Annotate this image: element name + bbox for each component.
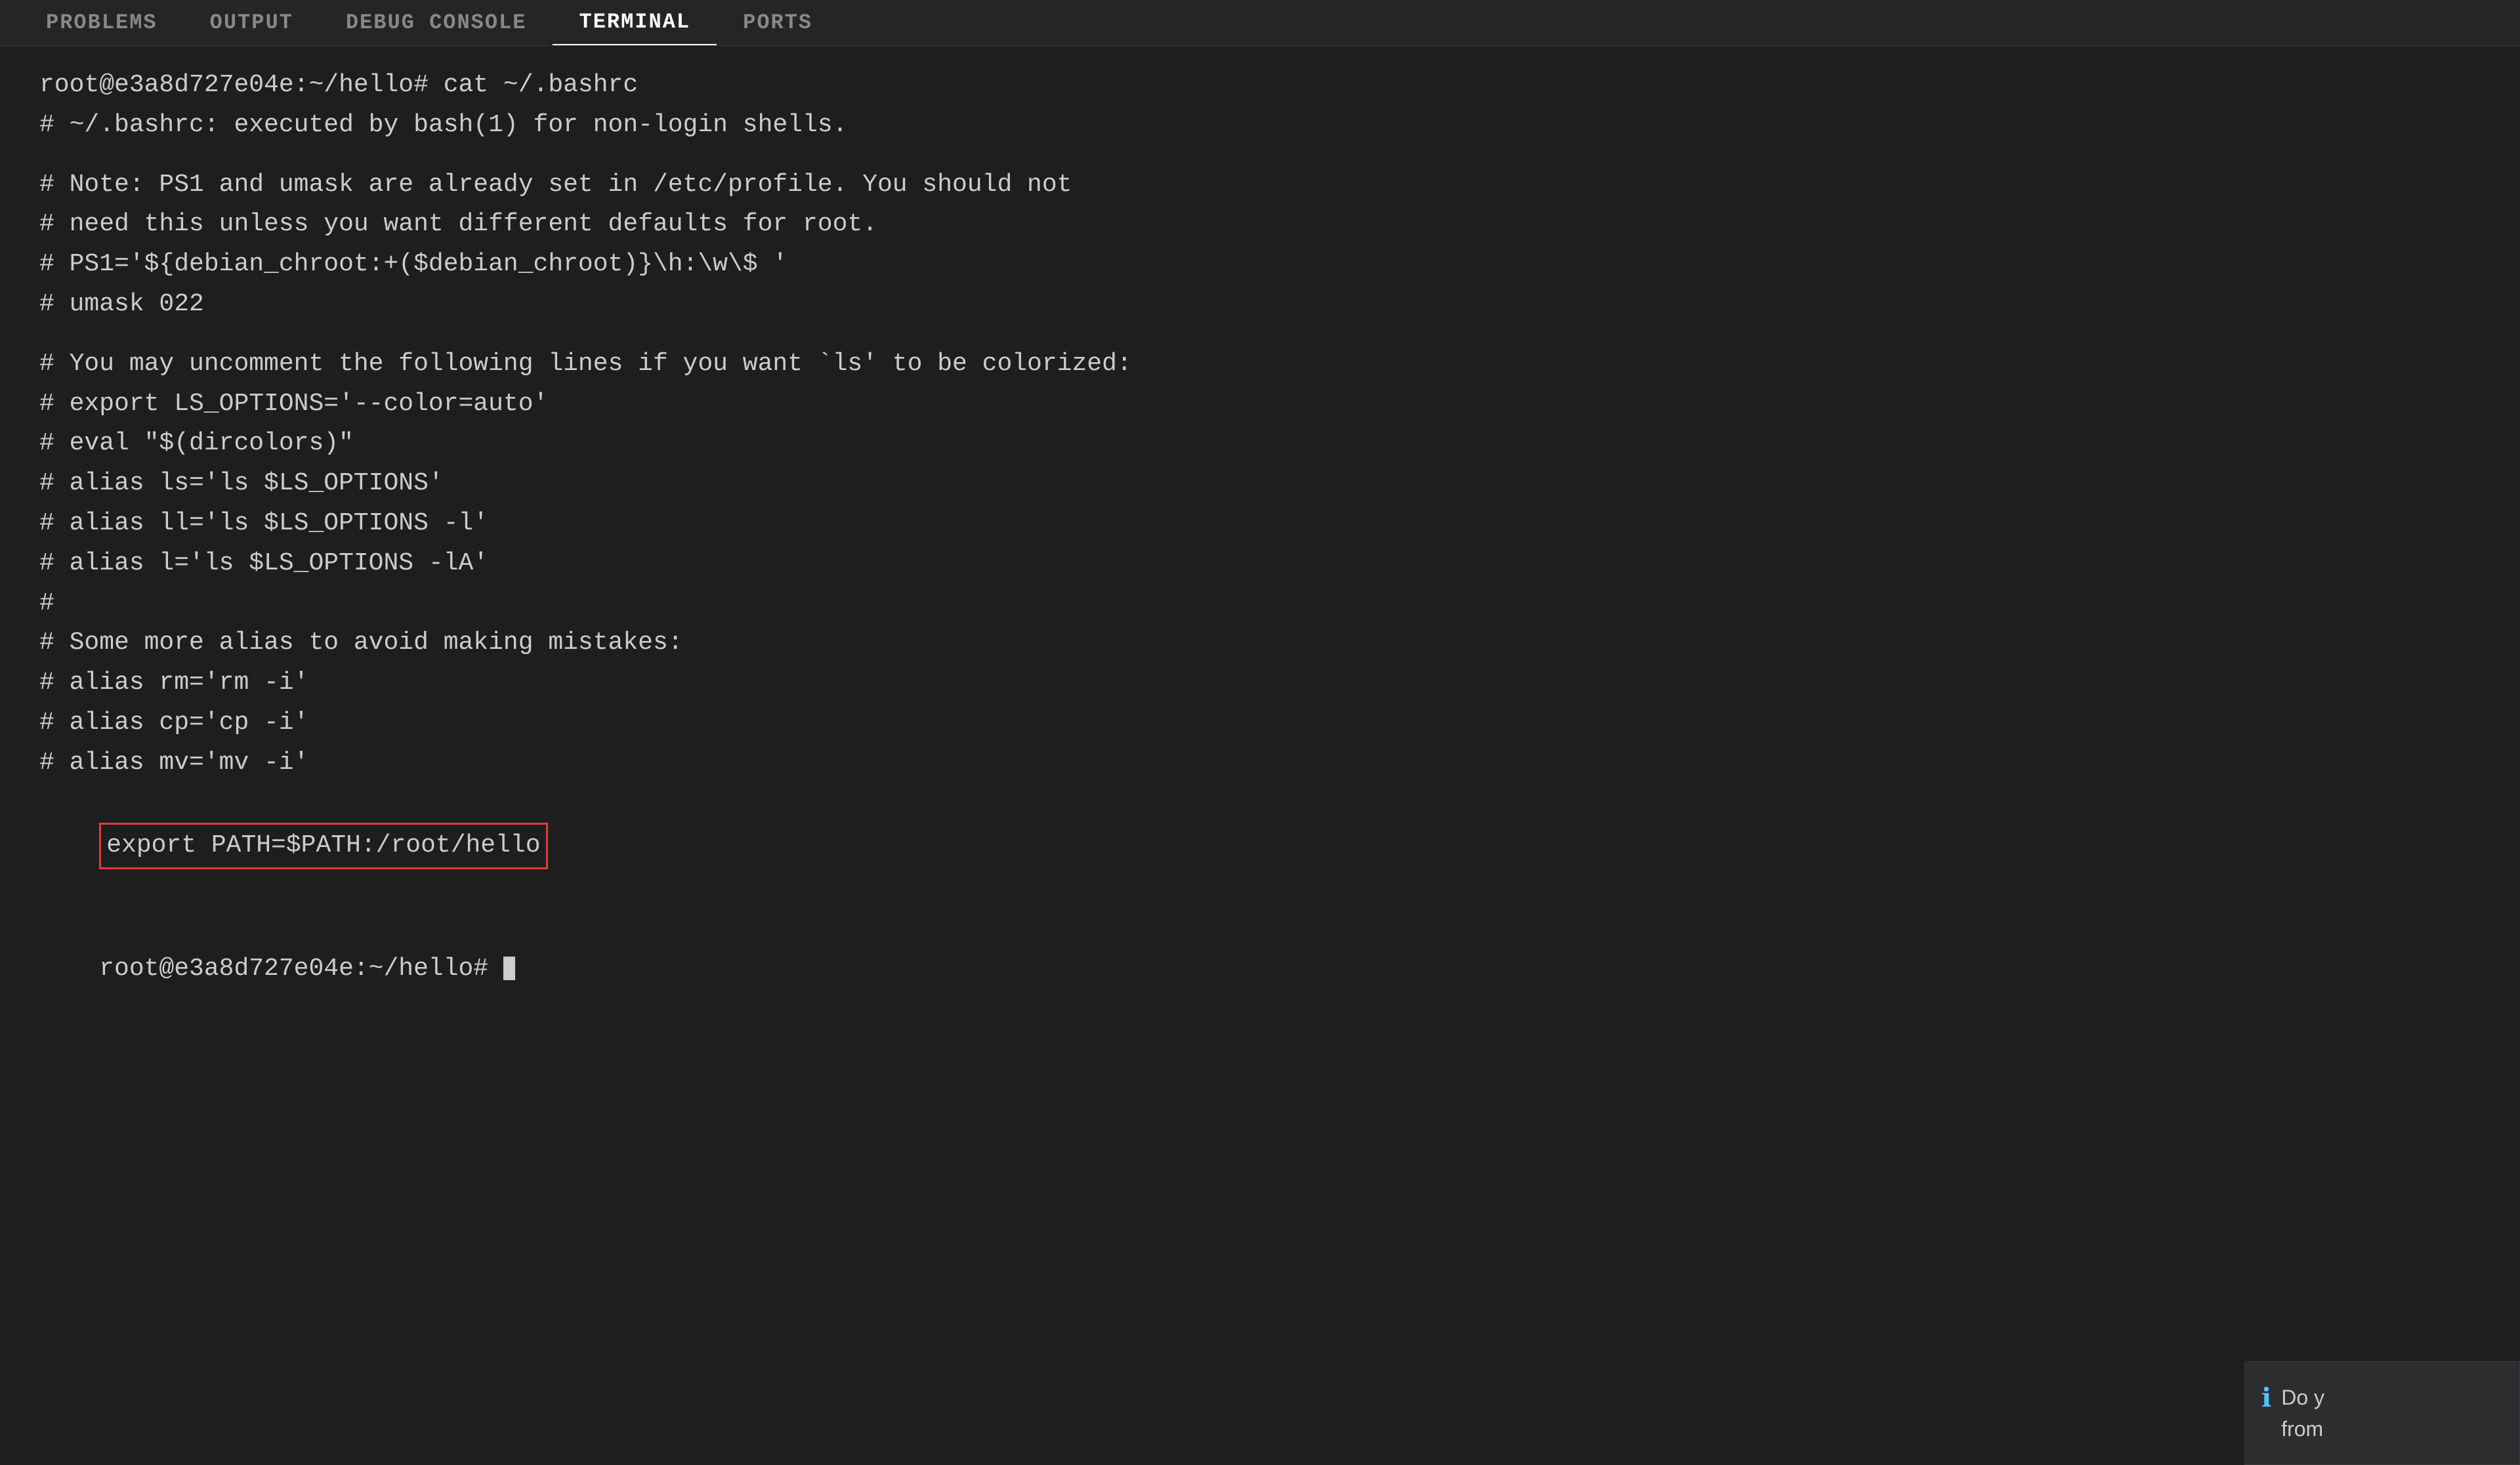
tab-output[interactable]: OUTPUT xyxy=(184,0,320,45)
notification-content: ℹ Do y from xyxy=(2261,1382,2503,1445)
terminal-container[interactable]: root@e3a8d727e04e:~/hello# cat ~/.bashrc… xyxy=(0,46,2520,1465)
highlighted-export-line: export PATH=$PATH:/root/hello xyxy=(39,783,2481,909)
notification-line1: Do y xyxy=(2281,1386,2324,1409)
blank-line-2 xyxy=(39,325,2481,344)
terminal-line-17: # alias rm='rm -i' xyxy=(39,663,2481,703)
terminal-line-10: # export LS_OPTIONS='--color=auto' xyxy=(39,384,2481,424)
tab-terminal[interactable]: TERMINAL xyxy=(553,0,717,45)
notification-panel: ℹ Do y from xyxy=(2244,1361,2520,1465)
tab-problems[interactable]: PROBLEMS xyxy=(20,0,184,45)
notification-text: Do y from xyxy=(2281,1382,2324,1445)
terminal-line-15: # xyxy=(39,584,2481,624)
terminal-line-13: # alias ll='ls $LS_OPTIONS -l' xyxy=(39,504,2481,544)
terminal-line-7: # umask 022 xyxy=(39,285,2481,325)
terminal-line-5: # need this unless you want different de… xyxy=(39,205,2481,245)
tab-ports[interactable]: PORTS xyxy=(717,0,839,45)
terminal-line-12: # alias ls='ls $LS_OPTIONS' xyxy=(39,464,2481,504)
terminal-line-14: # alias l='ls $LS_OPTIONS -lA' xyxy=(39,544,2481,584)
notification-line2: from xyxy=(2281,1417,2323,1441)
terminal-line-19: # alias mv='mv -i' xyxy=(39,743,2481,783)
last-prompt-line: root@e3a8d727e04e:~/hello# xyxy=(39,909,2481,1029)
terminal-line-11: # eval "$(dircolors)" xyxy=(39,424,2481,464)
terminal-line-4: # Note: PS1 and umask are already set in… xyxy=(39,165,2481,205)
blank-line-1 xyxy=(39,146,2481,165)
last-prompt-text: root@e3a8d727e04e:~/hello# xyxy=(99,955,503,983)
terminal-line-6: # PS1='${debian_chroot:+($debian_chroot)… xyxy=(39,245,2481,285)
terminal-line-18: # alias cp='cp -i' xyxy=(39,703,2481,743)
export-path-text: export PATH=$PATH:/root/hello xyxy=(99,823,547,869)
terminal-line-16: # Some more alias to avoid making mistak… xyxy=(39,623,2481,663)
tab-debug-console[interactable]: DEBUG CONSOLE xyxy=(320,0,553,45)
terminal-line-1: root@e3a8d727e04e:~/hello# cat ~/.bashrc xyxy=(39,66,2481,106)
terminal-line-2: # ~/.bashrc: executed by bash(1) for non… xyxy=(39,106,2481,146)
terminal-line-9: # You may uncomment the following lines … xyxy=(39,344,2481,384)
info-icon: ℹ xyxy=(2261,1383,2271,1415)
tab-bar: PROBLEMS OUTPUT DEBUG CONSOLE TERMINAL P… xyxy=(0,0,2520,46)
terminal-cursor xyxy=(503,957,515,980)
